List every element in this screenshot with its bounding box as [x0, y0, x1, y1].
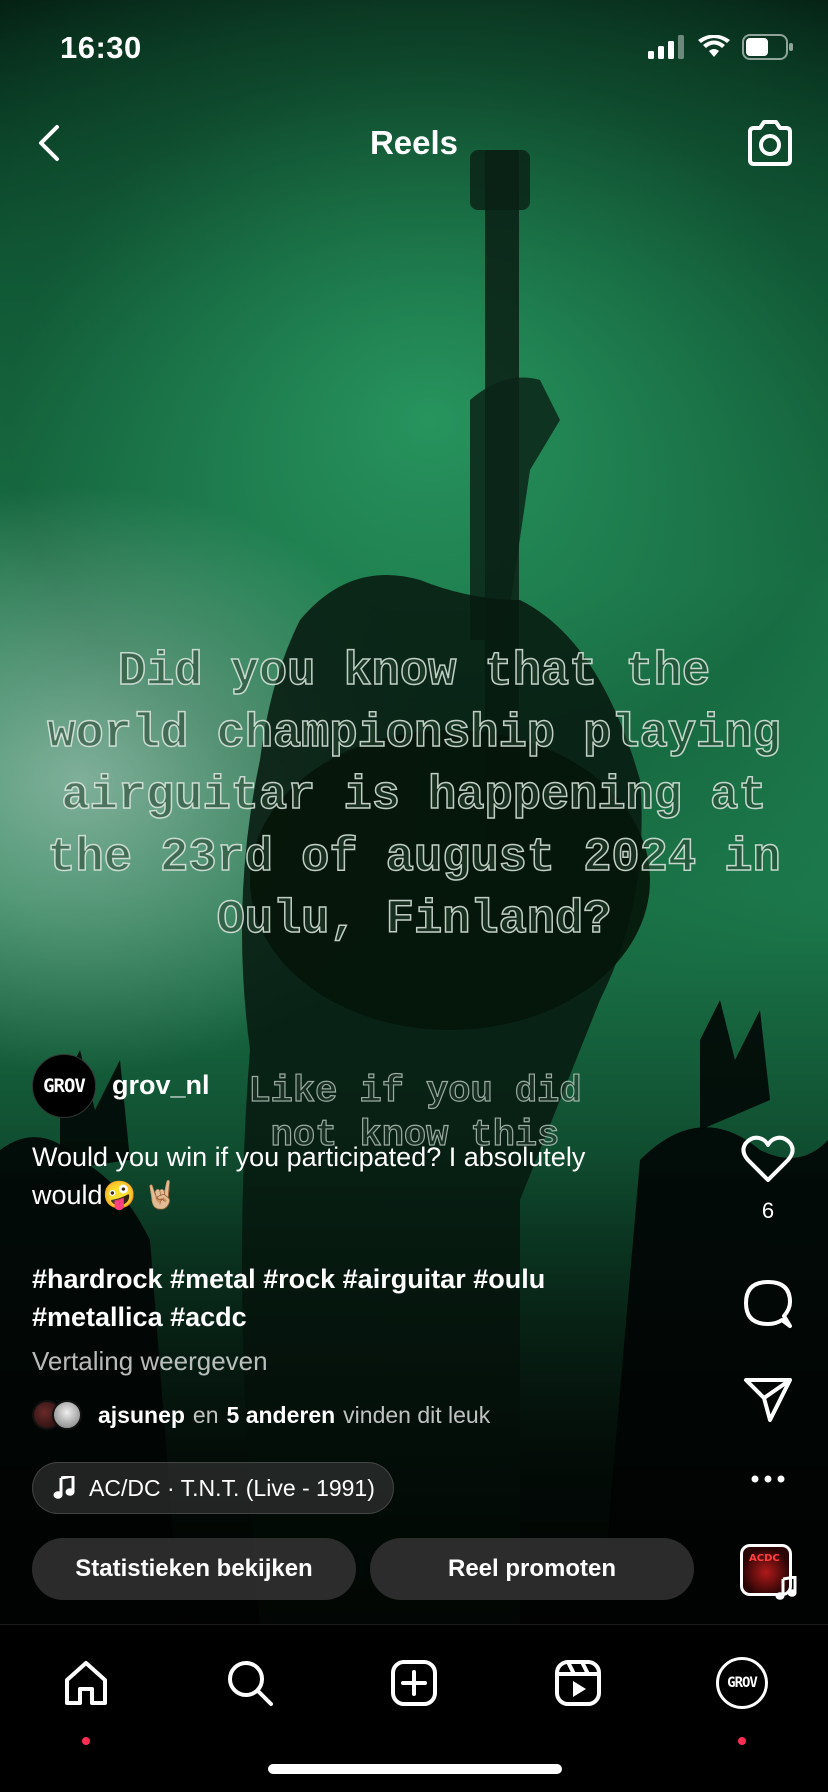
nav-profile[interactable]: GROV: [712, 1653, 772, 1745]
comment-button[interactable]: [740, 1276, 796, 1332]
page-title: Reels: [369, 124, 459, 161]
profile-avatar-text: GROV: [727, 1675, 758, 1691]
battery-icon: [742, 34, 793, 60]
nav-create[interactable]: [384, 1653, 444, 1713]
share-icon: [744, 1378, 792, 1422]
comment-icon: [744, 1280, 792, 1328]
heart-icon: [741, 1135, 795, 1182]
author-avatar[interactable]: GROV: [32, 1054, 96, 1118]
author-username[interactable]: grov_nl: [112, 1070, 210, 1101]
home-icon: [65, 1661, 107, 1705]
camera-button[interactable]: [742, 116, 798, 172]
post-caption[interactable]: Would you win if you participated? I abs…: [32, 1138, 652, 1214]
status-icons: [648, 34, 794, 60]
audio-note-icon: [775, 1576, 797, 1600]
view-insights-button[interactable]: Statistieken bekijken: [32, 1538, 356, 1600]
nav-reels[interactable]: [548, 1653, 608, 1713]
reels-icon: [555, 1660, 601, 1706]
home-notification-dot: [82, 1737, 90, 1745]
like-count: 6: [761, 1198, 775, 1223]
nav-home[interactable]: [56, 1653, 116, 1745]
search-icon: [228, 1661, 273, 1706]
status-time: 16:30: [60, 30, 142, 65]
camera-icon: [748, 120, 792, 166]
liked-by-suffix: vinden dit leuk: [343, 1401, 491, 1428]
avatar-logo-text: GROV: [43, 1075, 86, 1097]
liked-by-connector: en: [192, 1401, 219, 1428]
post-hashtags[interactable]: #hardrock #metal #rock #airguitar #oulu …: [32, 1260, 632, 1336]
home-indicator: [268, 1764, 562, 1774]
translate-link[interactable]: Vertaling weergeven: [32, 1346, 268, 1377]
more-options-button[interactable]: [740, 1474, 796, 1484]
nav-search[interactable]: [220, 1653, 280, 1713]
audio-thumbnail-art: ACDC: [749, 1553, 780, 1564]
more-icon: [751, 1475, 785, 1483]
like-button[interactable]: 6: [740, 1134, 796, 1224]
music-pill[interactable]: AC/DC · T.N.T. (Live - 1991): [32, 1462, 394, 1514]
liked-by-user: ajsunep: [98, 1401, 185, 1428]
liked-by-others: 5 anderen: [226, 1401, 336, 1428]
profile-avatar: GROV: [716, 1657, 768, 1709]
share-button[interactable]: [740, 1376, 796, 1424]
create-icon: [391, 1660, 437, 1706]
liked-by-row[interactable]: ajsunep en 5 anderen vinden dit leuk: [32, 1400, 490, 1430]
music-note-icon: [53, 1476, 75, 1499]
signal-icon: [648, 35, 684, 59]
wifi-icon: [698, 35, 730, 57]
promote-reel-button[interactable]: Reel promoten: [370, 1538, 694, 1600]
music-track-label: AC/DC · T.N.T. (Live - 1991): [89, 1474, 375, 1501]
profile-notification-dot: [738, 1737, 746, 1745]
liker-avatar: [52, 1400, 82, 1430]
reel-overlay-text: Did you know that the world championship…: [47, 645, 782, 948]
